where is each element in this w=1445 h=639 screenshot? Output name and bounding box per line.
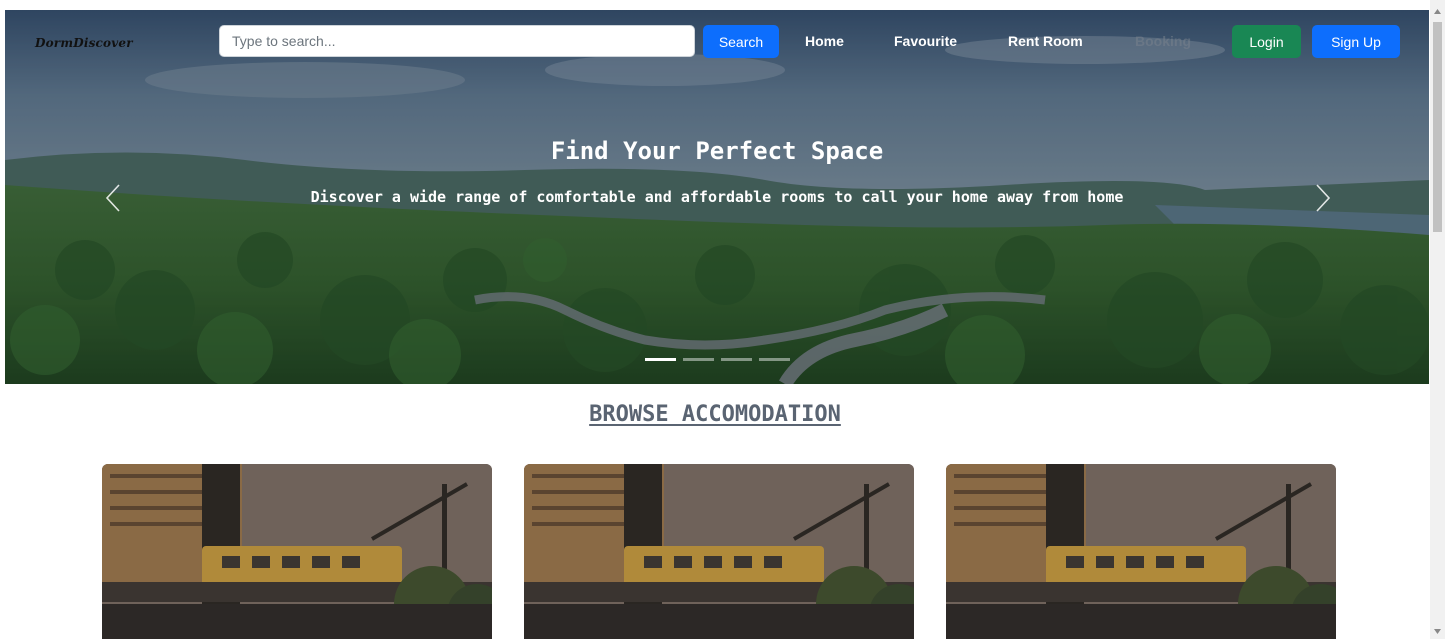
carousel-indicators xyxy=(645,358,790,364)
login-button[interactable]: Login xyxy=(1232,25,1301,58)
nav-link-home[interactable]: Home xyxy=(805,33,844,49)
search-button[interactable]: Search xyxy=(703,25,779,58)
page-scrollbar[interactable] xyxy=(1430,0,1445,639)
nav-link-booking[interactable]: Booking xyxy=(1135,33,1191,49)
carousel-next-button[interactable] xyxy=(1303,178,1343,218)
hero-title: Find Your Perfect Space xyxy=(550,137,884,165)
nav-link-favourite[interactable]: Favourite xyxy=(894,33,957,49)
accommodation-card-image xyxy=(946,464,1336,639)
section-title: BROWSE ACCOMODATION xyxy=(589,402,841,427)
carousel-indicator-4[interactable] xyxy=(759,358,790,361)
carousel-prev-button[interactable] xyxy=(93,178,133,218)
scroll-down-arrow-icon[interactable] xyxy=(1433,626,1442,636)
brand-logo[interactable]: DormDiscover xyxy=(35,36,133,50)
page: DormDiscover Search Home Favourite Rent … xyxy=(0,0,1445,639)
accommodation-card[interactable] xyxy=(102,464,492,639)
nav-link-rent-room[interactable]: Rent Room xyxy=(1008,33,1083,49)
hero-subtitle: Discover a wide range of comfortable and… xyxy=(310,188,1124,206)
chevron-left-icon xyxy=(105,184,120,212)
hero-carousel: DormDiscover Search Home Favourite Rent … xyxy=(5,10,1429,384)
accommodation-card[interactable] xyxy=(524,464,914,639)
carousel-indicator-3[interactable] xyxy=(721,358,752,361)
navbar: DormDiscover Search Home Favourite Rent … xyxy=(5,10,1429,72)
scrollbar-thumb[interactable] xyxy=(1433,22,1442,232)
search-input[interactable] xyxy=(219,25,695,57)
signup-button[interactable]: Sign Up xyxy=(1312,25,1400,58)
accommodation-card-image xyxy=(102,464,492,639)
accommodation-card-image xyxy=(524,464,914,639)
scroll-up-arrow-icon[interactable] xyxy=(1433,6,1442,16)
carousel-indicator-1[interactable] xyxy=(645,358,676,361)
carousel-indicator-2[interactable] xyxy=(683,358,714,361)
accommodation-card[interactable] xyxy=(946,464,1336,639)
chevron-right-icon xyxy=(1316,184,1331,212)
